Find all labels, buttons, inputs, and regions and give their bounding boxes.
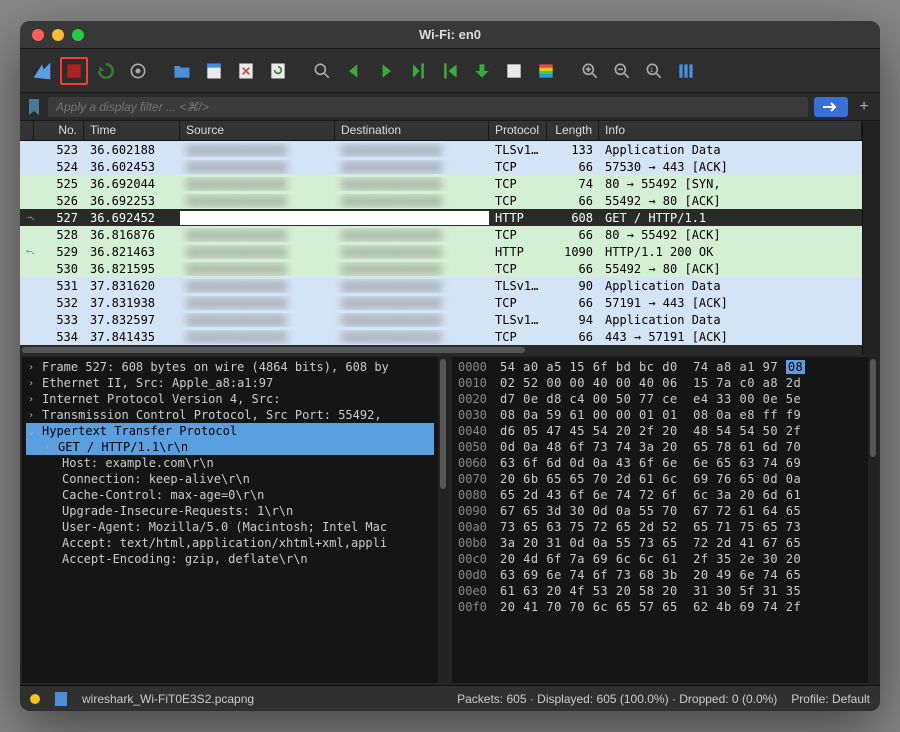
tree-item[interactable]: ›Internet Protocol Version 4, Src: xyxy=(26,391,434,407)
zoom-in-icon[interactable] xyxy=(576,57,604,85)
resize-columns-icon[interactable] xyxy=(672,57,700,85)
packet-minimap[interactable] xyxy=(862,121,880,355)
bytes-vscroll[interactable] xyxy=(868,357,878,683)
packet-details-pane[interactable]: ›Frame 527: 608 bytes on wire (4864 bits… xyxy=(22,357,448,683)
tree-item[interactable]: Accept-Encoding: gzip, deflate\r\n xyxy=(26,551,434,567)
packet-row[interactable]: 52436.602453xxxxxxxxxxxxxxxxxxxxxxxxxxxx… xyxy=(20,158,862,175)
tree-item[interactable]: ›Frame 527: 608 bytes on wire (4864 bits… xyxy=(26,359,434,375)
packet-list-pane: No. Time Source Destination Protocol Len… xyxy=(20,121,880,355)
go-back-icon[interactable] xyxy=(340,57,368,85)
find-packet-icon[interactable] xyxy=(308,57,336,85)
expert-info-icon[interactable] xyxy=(30,694,40,704)
window-title: Wi-Fi: en0 xyxy=(419,27,481,42)
profile-label[interactable]: Profile: Default xyxy=(791,692,870,706)
packet-row[interactable]: 53337.832597xxxxxxxxxxxxxxxxxxxxxxxxxxxx… xyxy=(20,311,862,328)
packet-row[interactable]: 52536.692044xxxxxxxxxxxxxxxxxxxxxxxxxxxx… xyxy=(20,175,862,192)
start-capture-icon[interactable] xyxy=(28,57,56,85)
zoom-out-icon[interactable] xyxy=(608,57,636,85)
hex-row[interactable]: 007020 6b 65 65 70 2d 61 6c 69 76 65 0d … xyxy=(458,471,862,487)
packet-rows[interactable]: 52336.602188xxxxxxxxxxxxxxxxxxxxxxxxxxxx… xyxy=(20,141,862,345)
colorize-icon[interactable] xyxy=(532,57,560,85)
close-file-icon[interactable] xyxy=(232,57,260,85)
column-destination[interactable]: Destination xyxy=(335,121,489,140)
packet-stats: Packets: 605 · Displayed: 605 (100.0%) ·… xyxy=(457,692,777,706)
main-toolbar: 1 xyxy=(20,49,880,93)
tree-item[interactable]: Connection: keep-alive\r\n xyxy=(26,471,434,487)
display-filter-input[interactable] xyxy=(48,97,808,117)
svg-text:1: 1 xyxy=(650,66,654,73)
auto-scroll-icon[interactable] xyxy=(500,57,528,85)
go-forward-icon[interactable] xyxy=(372,57,400,85)
hex-row[interactable]: 006063 6f 6d 0d 0a 43 6f 6e 6e 65 63 74 … xyxy=(458,455,862,471)
column-no[interactable]: No. xyxy=(34,121,84,140)
capture-options-icon[interactable] xyxy=(124,57,152,85)
hex-row[interactable]: 00d063 69 6e 74 6f 73 68 3b 20 49 6e 74 … xyxy=(458,567,862,583)
hex-row[interactable]: 009067 65 3d 30 0d 0a 55 70 67 72 61 64 … xyxy=(458,503,862,519)
app-window: Wi-Fi: en0 xyxy=(20,21,880,711)
hex-row[interactable]: 000054 a0 a5 15 6f bd bc d0 74 a8 a1 97 … xyxy=(458,359,862,375)
hex-row[interactable]: 00b03a 20 31 0d 0a 55 73 65 72 2d 41 67 … xyxy=(458,535,862,551)
hex-row[interactable]: 0040d6 05 47 45 54 20 2f 20 48 54 54 50 … xyxy=(458,423,862,439)
tree-item[interactable]: Accept: text/html,application/xhtml+xml,… xyxy=(26,535,434,551)
packet-row[interactable]: 53237.831938xxxxxxxxxxxxxxxxxxxxxxxxxxxx… xyxy=(20,294,862,311)
hex-row[interactable]: 008065 2d 43 6f 6e 74 72 6f 6c 3a 20 6d … xyxy=(458,487,862,503)
column-length[interactable]: Length xyxy=(547,121,599,140)
detail-panes: ›Frame 527: 608 bytes on wire (4864 bits… xyxy=(20,355,880,685)
tree-item[interactable]: User-Agent: Mozilla/5.0 (Macintosh; Inte… xyxy=(26,519,434,535)
last-packet-icon[interactable] xyxy=(468,57,496,85)
restart-capture-icon[interactable] xyxy=(92,57,120,85)
hex-row[interactable]: 00f020 41 70 70 6c 65 57 65 62 4b 69 74 … xyxy=(458,599,862,615)
status-bar: wireshark_Wi-FiT0E3S2.pcapng Packets: 60… xyxy=(20,685,880,711)
file-icon xyxy=(54,691,68,707)
details-vscroll[interactable] xyxy=(438,357,448,683)
stop-capture-icon[interactable] xyxy=(60,57,88,85)
hex-row[interactable]: 003008 0a 59 61 00 00 01 01 08 0a e8 ff … xyxy=(458,407,862,423)
tree-item[interactable]: ›GET / HTTP/1.1\r\n xyxy=(26,439,434,455)
packet-bytes-pane[interactable]: 000054 a0 a5 15 6f bd bc d0 74 a8 a1 97 … xyxy=(452,357,878,683)
packet-row[interactable]: 53036.821595xxxxxxxxxxxxxxxxxxxxxxxxxxxx… xyxy=(20,260,862,277)
hex-row[interactable]: 00e061 63 20 4f 53 20 58 20 31 30 5f 31 … xyxy=(458,583,862,599)
close-window-button[interactable] xyxy=(32,29,44,41)
apply-filter-button[interactable] xyxy=(814,97,848,117)
tree-item[interactable]: ›Ethernet II, Src: Apple_a8:a1:97 xyxy=(26,375,434,391)
zoom-reset-icon[interactable]: 1 xyxy=(640,57,668,85)
add-filter-button[interactable]: + xyxy=(854,97,874,117)
goto-packet-icon[interactable] xyxy=(404,57,432,85)
column-protocol[interactable]: Protocol xyxy=(489,121,547,140)
save-file-icon[interactable] xyxy=(200,57,228,85)
packet-row[interactable]: 52836.816876xxxxxxxxxxxxxxxxxxxxxxxxxxxx… xyxy=(20,226,862,243)
open-file-icon[interactable] xyxy=(168,57,196,85)
hex-row[interactable]: 00a073 65 63 75 72 65 2d 52 65 71 75 65 … xyxy=(458,519,862,535)
titlebar: Wi-Fi: en0 xyxy=(20,21,880,49)
tree-item[interactable]: Upgrade-Insecure-Requests: 1\r\n xyxy=(26,503,434,519)
packet-list-hscroll[interactable] xyxy=(20,345,862,355)
column-time[interactable]: Time xyxy=(84,121,180,140)
packet-row[interactable]: 52636.692253xxxxxxxxxxxxxxxxxxxxxxxxxxxx… xyxy=(20,192,862,209)
hex-row[interactable]: 00c020 4d 6f 7a 69 6c 6c 61 2f 35 2e 30 … xyxy=(458,551,862,567)
display-filter-bar: + xyxy=(20,93,880,121)
capture-file-name[interactable]: wireshark_Wi-FiT0E3S2.pcapng xyxy=(82,692,254,706)
column-info[interactable]: Info xyxy=(599,121,862,140)
traffic-lights xyxy=(32,29,84,41)
bookmark-icon[interactable] xyxy=(26,97,42,117)
packet-row[interactable]: 52336.602188xxxxxxxxxxxxxxxxxxxxxxxxxxxx… xyxy=(20,141,862,158)
packet-row[interactable]: 53137.831620xxxxxxxxxxxxxxxxxxxxxxxxxxxx… xyxy=(20,277,862,294)
packet-row[interactable]: ←52936.821463xxxxxxxxxxxxxxxxxxxxxxxxxxx… xyxy=(20,243,862,260)
first-packet-icon[interactable] xyxy=(436,57,464,85)
minimize-window-button[interactable] xyxy=(52,29,64,41)
hex-row[interactable]: 001002 52 00 00 40 00 40 06 15 7a c0 a8 … xyxy=(458,375,862,391)
packet-row[interactable]: →52736.692452xxxxxxxxxxxxxxxxxxxxxxxxxxx… xyxy=(20,209,862,226)
hex-row[interactable]: 0020d7 0e d8 c4 00 50 77 ce e4 33 00 0e … xyxy=(458,391,862,407)
packet-row[interactable]: 53437.841435xxxxxxxxxxxxxxxxxxxxxxxxxxxx… xyxy=(20,328,862,345)
tree-item[interactable]: Cache-Control: max-age=0\r\n xyxy=(26,487,434,503)
hex-row[interactable]: 00500d 0a 48 6f 73 74 3a 20 65 78 61 6d … xyxy=(458,439,862,455)
reload-file-icon[interactable] xyxy=(264,57,292,85)
fullscreen-window-button[interactable] xyxy=(72,29,84,41)
packet-list-header[interactable]: No. Time Source Destination Protocol Len… xyxy=(20,121,862,141)
tree-item[interactable]: ›Transmission Control Protocol, Src Port… xyxy=(26,407,434,423)
tree-item[interactable]: Host: example.com\r\n xyxy=(26,455,434,471)
column-source[interactable]: Source xyxy=(180,121,335,140)
tree-item[interactable]: ⌄Hypertext Transfer Protocol xyxy=(26,423,434,439)
